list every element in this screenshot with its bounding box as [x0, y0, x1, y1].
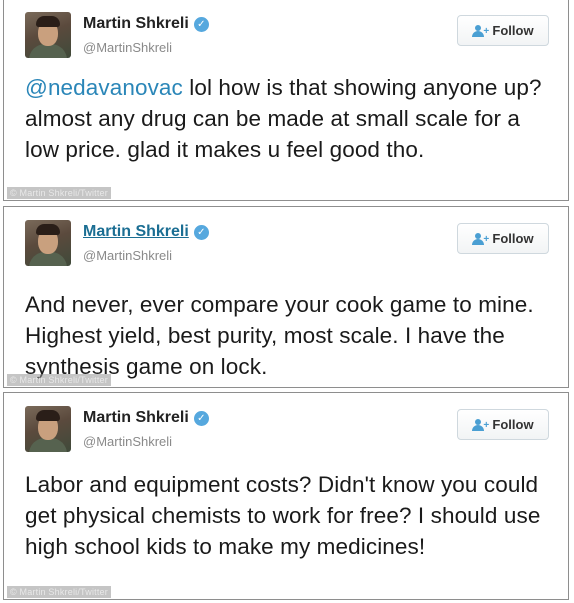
- watermark: © Martin Shkreli/Twitter: [7, 187, 111, 199]
- tweet-text: @nedavanovac lol how is that showing any…: [25, 72, 548, 165]
- user-name[interactable]: Martin Shkreli: [83, 15, 189, 33]
- follow-button[interactable]: + Follow: [457, 15, 549, 46]
- user-name[interactable]: Martin Shkreli: [83, 409, 189, 427]
- user-handle[interactable]: @MartinShkreli: [83, 248, 172, 263]
- user-handle[interactable]: @MartinShkreli: [83, 434, 172, 449]
- tweet-text: Labor and equipment costs? Didn't know y…: [25, 472, 541, 559]
- avatar[interactable]: [25, 220, 71, 266]
- tweet-card: Martin Shkreli ✓ @MartinShkreli + Follow…: [3, 206, 569, 388]
- avatar[interactable]: [25, 406, 71, 452]
- avatar[interactable]: [25, 12, 71, 58]
- follow-label: Follow: [492, 231, 534, 246]
- follow-label: Follow: [492, 23, 534, 38]
- add-person-icon: +: [472, 418, 489, 431]
- user-handle[interactable]: @MartinShkreli: [83, 40, 172, 55]
- tweet-card: Martin Shkreli ✓ @MartinShkreli + Follow…: [3, 392, 569, 600]
- add-person-icon: +: [472, 232, 489, 245]
- follow-button[interactable]: + Follow: [457, 409, 549, 440]
- user-name-row: Martin Shkreli ✓: [83, 15, 209, 33]
- mention-link[interactable]: @nedavanovac: [25, 75, 183, 100]
- user-name-row: Martin Shkreli ✓: [83, 223, 209, 241]
- verified-badge-icon: ✓: [193, 410, 209, 426]
- watermark: © Martin Shkreli/Twitter: [7, 586, 111, 598]
- tweet-card: Martin Shkreli ✓ @MartinShkreli + Follow…: [3, 0, 569, 201]
- watermark: © Martin Shkreli/Twitter: [7, 374, 111, 386]
- tweet-text: And never, ever compare your cook game t…: [25, 292, 534, 379]
- verified-badge-icon: ✓: [193, 16, 209, 32]
- add-person-icon: +: [472, 24, 489, 37]
- follow-label: Follow: [492, 417, 534, 432]
- user-name[interactable]: Martin Shkreli: [83, 223, 189, 241]
- user-name-row: Martin Shkreli ✓: [83, 409, 209, 427]
- verified-badge-icon: ✓: [193, 224, 209, 240]
- follow-button[interactable]: + Follow: [457, 223, 549, 254]
